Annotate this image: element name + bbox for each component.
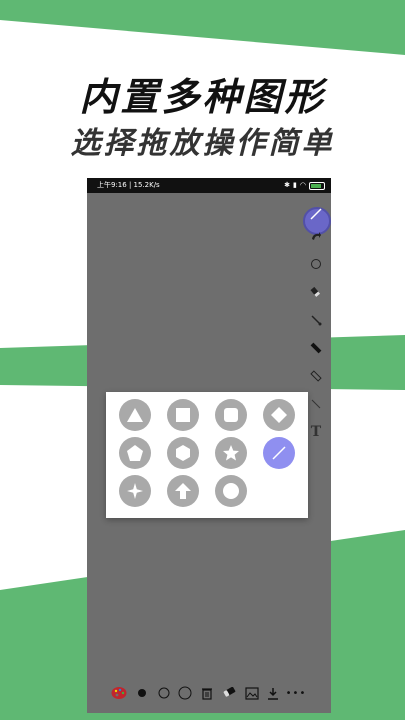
bluetooth-icon: ✱: [284, 181, 291, 189]
more-icon: •••: [285, 687, 307, 699]
text-icon: T: [310, 424, 322, 440]
pencil-icon: [310, 370, 322, 382]
four-point-star-icon: [127, 483, 143, 499]
shape-line-button[interactable]: [263, 437, 295, 469]
marker-icon: [310, 342, 322, 354]
shape-triangle-button[interactable]: [119, 399, 151, 431]
line-tool-icon: [310, 208, 322, 220]
top-green-band: [0, 0, 405, 55]
shape-rounded-square-button[interactable]: [215, 399, 247, 431]
eraser-button[interactable]: [221, 685, 237, 701]
eraser-icon: [310, 286, 321, 297]
more-button[interactable]: •••: [286, 685, 306, 701]
arrow-up-icon: [175, 483, 191, 499]
status-time: 上午9:16 | 15.2K/s: [97, 181, 160, 189]
circle-tool-icon: [311, 259, 321, 269]
palette-icon: [111, 687, 127, 699]
shape-hexagon-button[interactable]: [167, 437, 199, 469]
rounded-square-icon: [224, 408, 238, 422]
eraser-icon: [223, 687, 236, 697]
large-brush-size-button[interactable]: [177, 685, 193, 701]
headline-subtitle: 选择拖放操作简单: [70, 126, 335, 161]
shape-square-button[interactable]: [167, 399, 199, 431]
download-button[interactable]: [265, 685, 281, 701]
star-icon: [223, 445, 239, 461]
square-icon: [176, 408, 190, 422]
pentagon-icon: [127, 445, 143, 461]
battery-icon: [309, 181, 325, 190]
circle-tool-button[interactable]: [305, 253, 327, 275]
clear-button[interactable]: [199, 685, 215, 701]
circle-icon: [223, 483, 239, 499]
status-bar: 上午9:16 | 15.2K/s ✱ ▮ ◠: [87, 178, 331, 193]
download-icon: [268, 687, 278, 700]
headline-title: 内置多种图形: [79, 75, 326, 119]
shape-four-point-star-button[interactable]: [119, 475, 151, 507]
medium-brush-size-button[interactable]: [156, 685, 172, 701]
shape-pentagon-button[interactable]: [119, 437, 151, 469]
large-circle-icon: [178, 686, 192, 700]
pencil-tool-button[interactable]: [305, 365, 327, 387]
redo-button[interactable]: [305, 225, 327, 247]
shape-star-button[interactable]: [215, 437, 247, 469]
phone-screen: 上午9:16 | 15.2K/s ✱ ▮ ◠ T •••: [87, 178, 331, 713]
hexagon-icon: [176, 445, 190, 461]
brush-icon: [311, 315, 322, 326]
gallery-button[interactable]: [244, 685, 260, 701]
small-brush-size-button[interactable]: [134, 685, 150, 701]
signal-icon: ▮: [293, 181, 297, 189]
palette-button[interactable]: [111, 685, 127, 701]
small-circle-icon: [158, 687, 170, 699]
trash-icon: [202, 687, 212, 700]
wifi-icon: ◠: [299, 181, 306, 189]
eraser-tool-button[interactable]: [305, 281, 327, 303]
shape-picker-panel: [106, 392, 308, 518]
brush-tool-button[interactable]: [305, 309, 327, 331]
line-icon: [272, 446, 286, 460]
triangle-icon: [127, 408, 143, 422]
diamond-icon: [271, 407, 287, 423]
fine-pen-icon: [311, 399, 321, 409]
redo-icon: [312, 232, 321, 240]
status-icons: ✱ ▮ ◠: [284, 178, 325, 193]
gallery-icon: [245, 686, 259, 700]
filled-dot-icon: [138, 689, 146, 697]
bottom-toolbar: •••: [87, 673, 331, 713]
shape-diamond-button[interactable]: [263, 399, 295, 431]
line-tool-button[interactable]: [303, 203, 331, 235]
shape-circle-button[interactable]: [215, 475, 247, 507]
fine-pen-tool-button[interactable]: [305, 393, 327, 415]
marker-tool-button[interactable]: [305, 337, 327, 359]
shape-arrow-up-button[interactable]: [167, 475, 199, 507]
text-tool-button[interactable]: T: [305, 421, 327, 443]
